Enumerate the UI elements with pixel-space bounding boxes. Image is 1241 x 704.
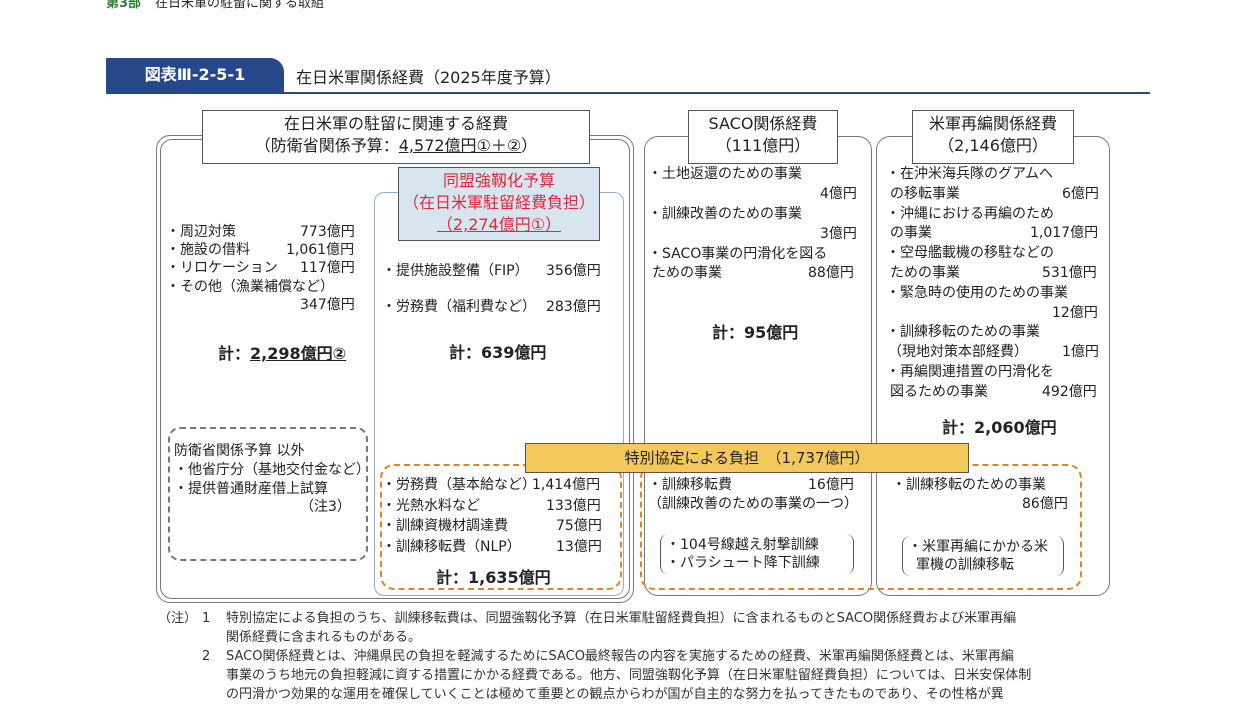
realignment-total: 計：2,060億円 (942, 418, 1057, 437)
special-item-amount: 1,414億円 (532, 477, 601, 493)
special-item-amount: 75億円 (556, 518, 602, 534)
alliance-item-amount: 356億円 (546, 263, 601, 279)
special-item-label: ・訓練移転費（NLP） (382, 539, 521, 555)
stationing-subtitle: （防衛省関係予算：4,572億円①＋②） (254, 136, 538, 155)
alliance-total: 計：639億円 (449, 343, 547, 362)
saco-title: SACO関係経費 (708, 114, 818, 133)
stationing-heading: 在日米軍の駐留に関連する経費 （防衛省関係予算：4,572億円①＋②） (202, 110, 590, 164)
non-mod-budget-item: ・提供普通財産借上試算 (174, 481, 328, 497)
realignment-item-amount: 12億円 (1052, 305, 1098, 321)
saco-item-label: ・訓練改善のための事業 (648, 206, 802, 222)
stationing-item-amount: 1,061億円 (286, 242, 355, 258)
realignment-item-amount: 1,017億円 (1030, 225, 1099, 241)
stationing-item-label: ・施設の借料 (166, 242, 250, 258)
note-1-number: 1 (202, 611, 211, 626)
saco-item-amount: 4億円 (820, 186, 857, 202)
figure-title: 在日米軍関係経費（2025年度予算） (296, 68, 561, 87)
realignment-item-amount: 492億円 (1042, 384, 1097, 400)
alliance-item-label: ・労務費（福利費など） (382, 299, 536, 315)
page-header: 第3部 在日米軍の駐留に関する取組 (106, 0, 324, 11)
realignment-item-label: ・沖縄における再編のため (886, 206, 1054, 222)
realignment-item-label-cont: 図るための事業 (890, 384, 988, 400)
special-item-label: ・光熱水料など (382, 498, 480, 514)
realignment-item-label-cont: ための事業 (890, 265, 960, 281)
stationing-item-label: ・リロケーション (166, 260, 278, 276)
figure-title-rule (106, 92, 1150, 94)
realignment-item-label-cont: の移転事業 (890, 186, 960, 202)
saco-item-label-cont: ための事業 (652, 265, 722, 281)
realignment-item-label-cont: （現地対策本部経費） (888, 344, 1028, 360)
realignment-title: 米軍再編関係経費 (928, 114, 1057, 133)
realignment-amount: （2,146億円） (938, 136, 1048, 155)
figure-label: 図表Ⅲ-2-5-1 (106, 58, 284, 92)
stationing-item-label: ・周辺対策 (166, 224, 236, 240)
saco-item-amount: 3億円 (820, 226, 857, 242)
note-1-line: 特別協定による負担のうち、訓練移転費は、同盟強靱化予算（在日米軍駐留経費負担）に… (226, 611, 1017, 626)
non-mod-budget-item: ・他省庁分（基地交付金など） (174, 462, 370, 478)
special-agreement-alliance-total: 計：1,635億円 (436, 568, 551, 587)
non-mod-budget-title: 防衛省関係予算 以外 (174, 443, 305, 459)
realignment-item-amount: 6億円 (1062, 186, 1099, 202)
alliance-budget-title: 同盟強靱化予算 (442, 171, 555, 190)
special-item-label: ・労務費（基本給など） (382, 477, 536, 493)
alliance-item-label: ・提供施設整備（FIP） (382, 263, 529, 279)
stationing-item-amount: 347億円 (300, 297, 355, 313)
realignment-item-label-cont: の事業 (890, 225, 932, 241)
saco-item-label: ・SACO事業の円滑化を図る (648, 246, 828, 262)
stationing-title: 在日米軍の駐留に関連する経費 (283, 114, 508, 133)
realignment-item-label: ・訓練移転のための事業 (886, 324, 1040, 340)
note-2-line: 事業のうち地元の負担軽減に資する措置にかかる経費である。他方、同盟強靱化予算（在… (226, 668, 1032, 683)
realignment-item-label: ・空母艦載機の移駐などの (886, 245, 1054, 261)
note-1-line: 関係経費に含まれるものがある。 (226, 630, 422, 645)
stationing-item-amount: 117億円 (300, 260, 355, 276)
note-2-number: 2 (202, 649, 211, 664)
note-2-line: SACO関係経費とは、沖縄県民の負担を軽減するためにSACO最終報告の内容を実施… (226, 649, 1014, 664)
saco-item-label: ・土地返還のための事業 (648, 166, 802, 182)
stationing-total: 計：2,298億円② (218, 344, 347, 363)
note-2-line: の円滑かつ効果的な運用を確保していくことは極めて重要との観点からわが国が自主的な… (226, 687, 1004, 702)
special-agreement-banner: 特別協定による負担 （1,737億円） (525, 443, 969, 473)
non-mod-budget-note: （注3） (300, 499, 351, 515)
section-title: 在日米軍の駐留に関する取組 (155, 0, 325, 11)
stationing-item-amount: 773億円 (300, 224, 355, 240)
realignment-item-label: ・在沖米海兵隊のグアムへ (886, 166, 1054, 182)
stationing-total-amount: 2,298億円② (250, 344, 347, 363)
saco-amount: （111億円） (715, 136, 811, 155)
special-item-amount: 133億円 (546, 498, 601, 514)
stationing-item-label: ・その他（漁業補償など） (166, 279, 334, 295)
realignment-item-amount: 1億円 (1062, 344, 1099, 360)
alliance-budget-heading: 同盟強靱化予算 （在日米軍駐留経費負担） （2,274億円①） (398, 167, 600, 241)
alliance-item-amount: 283億円 (546, 299, 601, 315)
saco-heading: SACO関係経費 （111億円） (688, 110, 838, 164)
special-item-label: ・訓練資機材調達費 (382, 518, 508, 534)
stationing-budget-amount: 4,572億円①＋② (398, 136, 522, 155)
alliance-budget-amount: （2,274億円①） (436, 215, 562, 234)
realignment-heading: 米軍再編関係経費 （2,146億円） (912, 110, 1074, 164)
special-item-amount: 13億円 (556, 539, 602, 555)
part-label: 第3部 (106, 0, 142, 11)
realignment-item-label: ・再編関連措置の円滑化を (886, 364, 1054, 380)
saco-total: 計：95億円 (712, 323, 799, 342)
notes-prefix: （注） (158, 611, 198, 626)
realignment-item-label: ・緊急時の使用のための事業 (886, 285, 1068, 301)
alliance-budget-subtitle: （在日米軍駐留経費負担） (402, 193, 595, 212)
saco-item-amount: 88億円 (808, 265, 854, 281)
realignment-item-amount: 531億円 (1042, 265, 1097, 281)
special-agreement-box-right (640, 464, 1082, 590)
